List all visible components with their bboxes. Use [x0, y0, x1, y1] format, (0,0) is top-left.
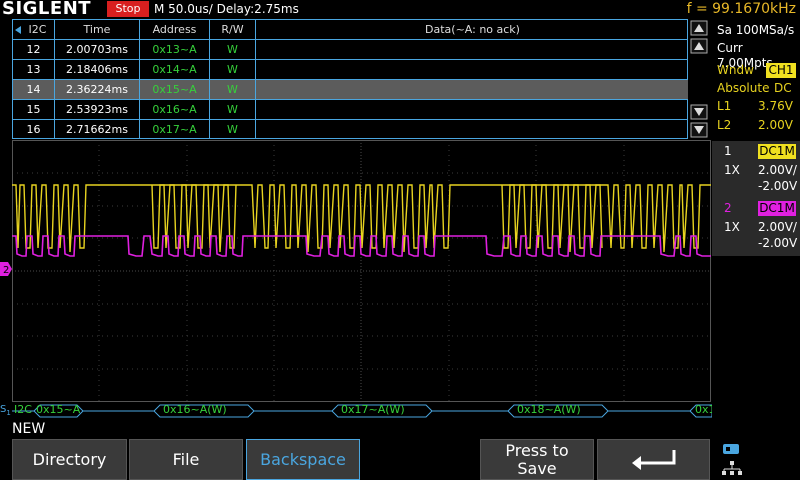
row-rw: W — [210, 100, 256, 119]
scrollbar-arrows-icon[interactable] — [688, 19, 710, 139]
left-arrow-icon — [15, 26, 21, 34]
file-button[interactable]: File — [129, 439, 243, 480]
bus-frame-label: 0x17~A(W) — [341, 403, 405, 416]
row-data — [256, 120, 689, 139]
row-rw: W — [210, 60, 256, 79]
table-scrollbar[interactable] — [688, 19, 710, 139]
row-data — [256, 60, 689, 79]
table-row[interactable]: 13 2.18406ms 0x14~A W — [13, 60, 689, 80]
top-status-bar: SIGLENT Stop M 50.0us/ Delay:2.75ms f = … — [0, 0, 800, 19]
header-idx: I2C — [13, 20, 55, 39]
l1-label: L1 — [717, 99, 732, 113]
l2-value: 2.00V — [758, 118, 793, 132]
directory-button[interactable]: Directory — [12, 439, 127, 480]
return-arrow-icon — [631, 449, 675, 470]
row-data — [256, 80, 689, 99]
header-rw: R/W — [210, 20, 256, 39]
absolute-label: Absolute — [717, 81, 770, 95]
l2-label: L2 — [717, 118, 732, 132]
waveform-grid[interactable] — [12, 140, 711, 402]
ch1-number: 1 — [724, 144, 732, 158]
ch2-offset: -2.00V — [758, 236, 798, 250]
run-status-badge[interactable]: Stop — [107, 1, 149, 17]
header-time: Time — [55, 20, 140, 39]
row-data — [256, 100, 689, 119]
frequency-readout: f = 99.1670kHz — [686, 1, 796, 17]
bus-label: I2C — [14, 403, 32, 416]
bus-frame-label: 0x18~A(W) — [517, 403, 581, 416]
l1-value: 3.76V — [758, 99, 793, 113]
row-address: 0x16~A — [140, 100, 210, 119]
ch1-coupling-badge: DC1M — [758, 144, 796, 159]
table-row[interactable]: 16 2.71662ms 0x17~A W — [13, 120, 689, 140]
table-row[interactable]: 12 2.00703ms 0x13~A W — [13, 40, 689, 60]
ch1-info-block[interactable]: 1 DC1M 1X 2.00V/ -2.00V — [712, 141, 800, 199]
header-address: Address — [140, 20, 210, 39]
header-data: Data(~A: no ack) — [425, 23, 520, 36]
sample-rate: Sa 100MSa/s — [717, 23, 795, 37]
ch2-number: 2 — [724, 201, 732, 215]
table-row[interactable]: 15 2.53923ms 0x16~A W — [13, 100, 689, 120]
ch2-coupling-badge: DC1M — [758, 201, 796, 216]
row-rw: W — [210, 80, 256, 99]
timebase-readout[interactable]: M 50.0us/ Delay:2.75ms — [154, 1, 299, 17]
row-idx: 15 — [13, 100, 55, 119]
wndw-channel-badge: CH1 — [766, 63, 796, 78]
row-idx: 14 — [13, 80, 55, 99]
row-address: 0x13~A — [140, 40, 210, 59]
row-time: 2.53923ms — [55, 100, 140, 119]
ch2-info-block[interactable]: 2 DC1M 1X 2.00V/ -2.00V — [712, 198, 800, 256]
ch1-scale: 2.00V/ — [758, 163, 797, 177]
brand-logo: SIGLENT — [2, 0, 92, 19]
row-idx: 12 — [13, 40, 55, 59]
ch1-probe: 1X — [724, 163, 740, 177]
return-button[interactable] — [597, 439, 710, 480]
ch1-offset: -2.00V — [758, 179, 798, 193]
table-header-row: I2C Time Address R/W Data(~A: no ack) — [13, 20, 689, 40]
usb-network-icon — [722, 444, 742, 475]
row-rw: W — [210, 120, 256, 139]
row-address: 0x14~A — [140, 60, 210, 79]
dc-label: DC — [774, 81, 792, 95]
ch2-ground-marker-icon[interactable]: 2 — [0, 262, 12, 276]
backspace-button[interactable]: Backspace — [246, 439, 360, 480]
bus-marker: S1 — [0, 404, 11, 417]
row-time: 2.18406ms — [55, 60, 140, 79]
bus-frame-label: 0x16~A(W) — [163, 403, 227, 416]
row-time: 2.71662ms — [55, 120, 140, 139]
row-rw: W — [210, 40, 256, 59]
row-time: 2.00703ms — [55, 40, 140, 59]
ch2-scale: 2.00V/ — [758, 220, 797, 234]
row-address: 0x17~A — [140, 120, 210, 139]
decode-table[interactable]: I2C Time Address R/W Data(~A: no ack) 12… — [12, 19, 689, 140]
wndw-label: Wndw — [717, 63, 754, 77]
row-time: 2.36224ms — [55, 80, 140, 99]
menu-title: NEW — [12, 421, 46, 437]
row-idx: 13 — [13, 60, 55, 79]
bus-frame-label: 0x1 — [695, 403, 712, 416]
press-to-save-button[interactable]: Press to Save — [480, 439, 594, 480]
ch2-probe: 1X — [724, 220, 740, 234]
bus-frame-label: 0x15~A — [36, 403, 81, 416]
right-info-panel: Sa 100MSa/s Curr 7.00Mpts Wndw CH1 Absol… — [712, 19, 800, 480]
row-data — [256, 40, 689, 59]
table-row-selected[interactable]: 14 2.36224ms 0x15~A W — [13, 80, 689, 100]
row-idx: 16 — [13, 120, 55, 139]
svg-text:2: 2 — [3, 265, 9, 276]
row-address: 0x15~A — [140, 80, 210, 99]
